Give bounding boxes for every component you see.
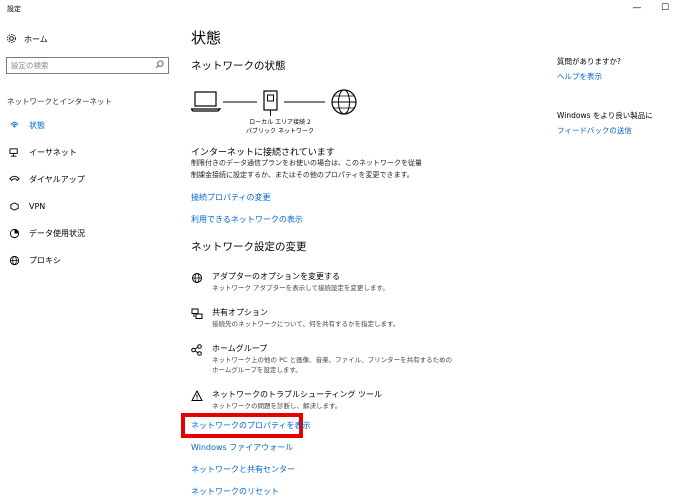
question-heading: 質問がありますか? (557, 57, 621, 66)
maximize-button[interactable]: ☐ (650, 0, 680, 16)
change-connection-properties-link[interactable]: 接続プロパティの変更 (191, 192, 271, 203)
option-description: ホームグループを設定します。 (212, 366, 302, 374)
sidebar-item-status[interactable]: 状態 (0, 112, 175, 139)
homegroup-icon (191, 343, 203, 357)
ethernet-icon (8, 147, 20, 159)
sidebar-section-title: ネットワークとインターネット (7, 97, 112, 106)
proxy-icon (8, 255, 20, 267)
option-description: ネットワーク上の他の PC と画像、音楽、ファイル、プリンターを共有するための (212, 356, 453, 364)
window-title: 設定 (7, 5, 21, 13)
option-description: ネットワーク アダプターを表示して接続設定を変更します。 (212, 284, 389, 292)
windows-firewall-link[interactable]: Windows ファイアウォール (191, 442, 293, 453)
send-feedback-link[interactable]: フィードバックの送信 (557, 125, 632, 136)
connected-desc-line: 制課金接続に設定するか、またはその他のプロパティを変更できます。 (191, 170, 414, 179)
sidebar-item-label: ダイヤルアップ (29, 175, 85, 184)
search-icon[interactable] (155, 60, 164, 71)
vpn-icon (8, 201, 20, 213)
data-usage-icon (8, 228, 20, 240)
sidebar-item-label: VPN (29, 202, 46, 211)
option-description: 接続先のネットワークについて、何を共有するかを指定します。 (212, 320, 400, 328)
sidebar-item-dialup[interactable]: ダイヤルアップ (0, 166, 175, 193)
sidebar-item-label: プロキシ (29, 256, 61, 265)
minimize-button[interactable]: — (622, 0, 652, 16)
warning-icon (191, 389, 203, 403)
sharing-options-item[interactable]: 共有オプション 接続先のネットワークについて、何を共有するかを指定します。 (191, 307, 399, 329)
dialup-icon (8, 174, 20, 186)
settings-search-box[interactable] (6, 57, 169, 74)
connection-label: ローカル エリア接続 2 パブリック ネットワーク (241, 118, 319, 136)
connected-description: 制限付きのデータ通信プランをお使いの場合は、このネットワークを従量 制課金接続に… (191, 158, 422, 181)
connection-name: ローカル エリア接続 2 (249, 119, 311, 126)
change-settings-heading: ネットワーク設定の変更 (191, 241, 307, 253)
network-status-heading: ネットワークの状態 (191, 60, 286, 72)
option-title: アダプターのオプションを変更する (212, 272, 340, 281)
search-input[interactable] (11, 61, 155, 70)
show-available-networks-link[interactable]: 利用できるネットワークの表示 (191, 214, 303, 225)
adapter-icon (191, 271, 203, 285)
adapter-options-item[interactable]: アダプターのオプションを変更する ネットワーク アダプターを表示して接続設定を変… (191, 271, 389, 293)
network-sharing-center-link[interactable]: ネットワークと共有センター (191, 464, 295, 475)
improve-windows-heading: Windows をより良い製品に (557, 111, 653, 120)
sidebar-item-label: 状態 (29, 121, 45, 130)
option-title: 共有オプション (212, 308, 268, 317)
status-icon (8, 120, 20, 132)
sidebar-item-label: データ使用状況 (29, 229, 85, 238)
view-network-properties-link[interactable]: ネットワークのプロパティを表示 (191, 420, 311, 431)
homegroup-item[interactable]: ホームグループ ネットワーク上の他の PC と画像、音楽、ファイル、プリンターを… (191, 343, 452, 375)
sidebar-item-label: イーサネット (29, 148, 77, 157)
troubleshooter-item[interactable]: ネットワークのトラブルシューティング ツール ネットワークの問題を診断し、解決し… (191, 389, 382, 411)
connection-network-type: パブリック ネットワーク (246, 128, 314, 135)
sidebar-item-vpn[interactable]: VPN (0, 193, 175, 220)
option-title: ネットワークのトラブルシューティング ツール (212, 390, 383, 399)
sidebar-nav: 状態 イーサネット ダイヤルアップ VPN データ使用状況 プロキシ (0, 112, 175, 274)
network-adapter-icon (263, 90, 278, 116)
sidebar-item-ethernet[interactable]: イーサネット (0, 139, 175, 166)
sharing-icon (191, 307, 203, 321)
option-title: ホームグループ (212, 344, 268, 353)
home-label: ホーム (24, 35, 48, 44)
option-description: ネットワークの問題を診断し、解決します。 (212, 402, 342, 410)
page-title: 状態 (191, 29, 222, 47)
get-help-link[interactable]: ヘルプを表示 (557, 71, 602, 82)
connected-desc-line: 制限付きのデータ通信プランをお使いの場合は、このネットワークを従量 (191, 159, 422, 167)
sidebar-item-data-usage[interactable]: データ使用状況 (0, 220, 175, 247)
connected-heading: インターネットに接続されています (191, 148, 335, 158)
network-reset-link[interactable]: ネットワークのリセット (191, 486, 279, 497)
gear-icon (6, 33, 17, 46)
laptop-icon (191, 91, 222, 112)
sidebar-item-proxy[interactable]: プロキシ (0, 247, 175, 274)
home-nav-item[interactable]: ホーム (6, 33, 48, 46)
globe-icon (331, 89, 357, 115)
